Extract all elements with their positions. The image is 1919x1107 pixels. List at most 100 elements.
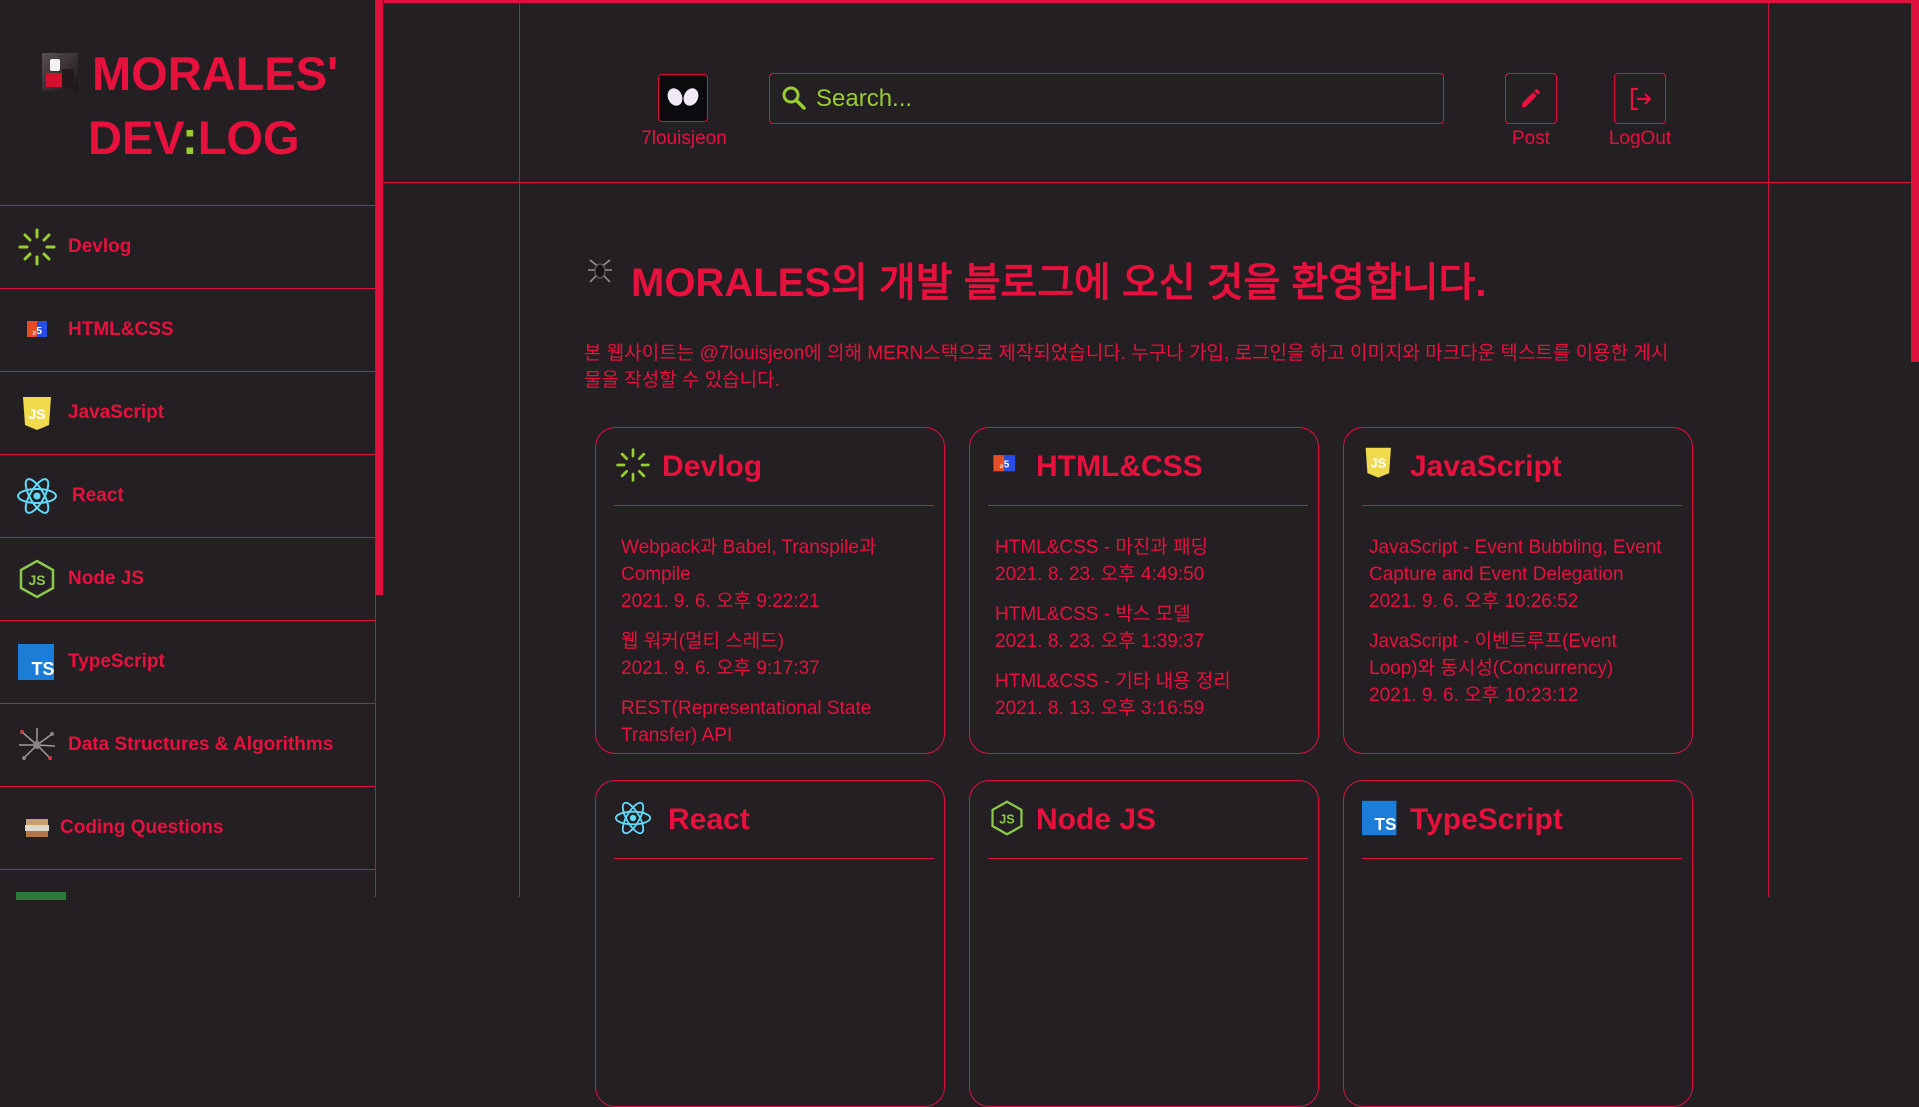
page-title: MORALES의 개발 블로그에 오신 것을 환영합니다.: [631, 261, 1487, 305]
category-card-devlog[interactable]: Devlog Webpack과 Babel, Transpile과 Compil…: [595, 427, 945, 754]
post-title: HTML&CSS - 마진과 패딩: [995, 537, 1209, 558]
post-list: JavaScript - Event Bubbling, Event Captu…: [1369, 534, 1669, 722]
sidebar-item-label: TypeScript: [68, 651, 165, 672]
sidebar: MORALES' DEV:LOG Devlog ₂5 HTML&CSS JS J…: [0, 0, 376, 900]
card-divider: [988, 505, 1308, 506]
post-link[interactable]: REST(Representational State Transfer) AP…: [621, 695, 921, 749]
username-label[interactable]: 7louisjeon: [628, 128, 740, 150]
sidebar-item-label: React: [72, 485, 124, 506]
post-date: 2021. 9. 6. 오후 9:17:37: [621, 658, 820, 679]
post-button[interactable]: [1505, 73, 1557, 124]
category-card-typescript[interactable]: TS TypeScript: [1343, 780, 1693, 1107]
nodejs-icon: JS: [991, 800, 1023, 836]
react-icon: [17, 478, 57, 514]
logout-label[interactable]: LogOut: [1595, 128, 1685, 150]
post-label[interactable]: Post: [1486, 128, 1576, 150]
card-divider: [1362, 858, 1682, 859]
category-card-react[interactable]: React: [595, 780, 945, 1107]
sidebar-item-react[interactable]: React: [0, 455, 375, 538]
post-link[interactable]: JavaScript - 이벤트루프(Event Loop)와 동시성(Conc…: [1369, 628, 1669, 709]
logout-button[interactable]: [1614, 73, 1666, 124]
post-link[interactable]: HTML&CSS - 마진과 패딩 2021. 8. 23. 오후 4:49:5…: [995, 534, 1295, 588]
sidebar-item-label: HTML&CSS: [68, 319, 174, 340]
post-title: HTML&CSS - 기타 내용 정리: [995, 671, 1231, 692]
main-divider-left: [519, 183, 520, 897]
post-list: Webpack과 Babel, Transpile과 Compile 2021.…: [621, 534, 921, 753]
card-title[interactable]: JavaScript: [1410, 450, 1562, 484]
user-avatar[interactable]: [658, 74, 708, 122]
main-scrollbar-thumb[interactable]: [1911, 0, 1919, 362]
devlog-spinner-icon: [616, 448, 650, 482]
svg-text:JS: JS: [28, 406, 45, 422]
svg-text:JS: JS: [28, 572, 45, 588]
typescript-icon: TS: [18, 644, 55, 680]
post-list: HTML&CSS - 마진과 패딩 2021. 8. 23. 오후 4:49:5…: [995, 534, 1295, 735]
books-icon: [25, 819, 49, 837]
pencil-icon: [1522, 88, 1541, 107]
post-date: 2021. 9. 6. 오후 10:26:52: [1369, 591, 1579, 612]
category-card-javascript[interactable]: JS JavaScript JavaScript - Event Bubblin…: [1343, 427, 1693, 754]
svg-text:JS: JS: [999, 812, 1014, 826]
search-bar[interactable]: [769, 73, 1444, 124]
sidebar-item-label: Devlog: [68, 236, 132, 257]
main-divider-right: [1768, 183, 1769, 897]
sidebar-item-javascript[interactable]: JS JavaScript: [0, 372, 375, 455]
sidebar-item-label: JavaScript: [68, 402, 165, 423]
sidebar-scrollbar[interactable]: [376, 0, 384, 897]
svg-text:TS: TS: [1375, 814, 1397, 834]
sidebar-item-typescript[interactable]: TS TypeScript: [0, 621, 375, 704]
card-title[interactable]: Devlog: [662, 450, 762, 484]
card-title[interactable]: Node JS: [1036, 803, 1156, 837]
post-link[interactable]: 웹 워커(멀티 스레드) 2021. 9. 6. 오후 9:17:37: [621, 628, 921, 682]
sidebar-item-more[interactable]: [0, 870, 375, 953]
sidebar-item-nodejs[interactable]: JS Node JS: [0, 538, 375, 621]
svg-text:₂5: ₂5: [999, 460, 1009, 471]
category-card-nodejs[interactable]: JS Node JS: [969, 780, 1319, 1107]
card-title[interactable]: React: [668, 803, 750, 837]
post-title: Webpack과 Babel, Transpile과 Compile: [621, 537, 877, 585]
sidebar-scrollbar-thumb[interactable]: [376, 0, 383, 595]
sidebar-item-label: Coding Questions: [60, 817, 224, 838]
post-link[interactable]: HTML&CSS - 박스 모델 2021. 8. 23. 오후 1:39:37: [995, 601, 1295, 655]
post-date: 2021. 8. 13. 오후 3:16:59: [995, 698, 1205, 719]
svg-text:TS: TS: [31, 659, 54, 679]
logo-title-line1: MORALES': [92, 47, 339, 100]
sidebar-item-data-structures[interactable]: Data Structures & Algorithms: [0, 704, 375, 787]
sidebar-item-label: Data Structures & Algorithms: [68, 734, 334, 755]
post-link[interactable]: JavaScript - Event Bubbling, Event Captu…: [1369, 534, 1669, 615]
post-title: HTML&CSS - 박스 모델: [995, 604, 1191, 625]
sidebar-item-html-css[interactable]: ₂5 HTML&CSS: [0, 289, 375, 372]
post-title: JavaScript - Event Bubbling, Event Captu…: [1369, 537, 1662, 585]
sidebar-item-coding-questions[interactable]: Coding Questions: [0, 787, 375, 870]
search-input[interactable]: [814, 82, 1418, 116]
post-title: 웹 워커(멀티 스레드): [621, 631, 785, 652]
logout-icon: [1630, 87, 1652, 111]
card-divider: [614, 505, 934, 506]
page-description: 본 웹사이트는 @7louisjeon에 의해 MERN스택으로 제작되었습니다…: [584, 343, 1669, 391]
card-title[interactable]: TypeScript: [1410, 803, 1563, 837]
post-link[interactable]: HTML&CSS - 기타 내용 정리 2021. 8. 13. 오후 3:16…: [995, 668, 1295, 722]
sidebar-item-label: Node JS: [68, 568, 145, 589]
search-icon: [782, 86, 806, 110]
category-card-html-css[interactable]: ₂5 HTML&CSS HTML&CSS - 마진과 패딩 2021. 8. 2…: [969, 427, 1319, 754]
post-title: JavaScript - 이벤트루프(Event Loop)와 동시성(Conc…: [1369, 631, 1617, 679]
html5-icon: ₂5: [27, 321, 47, 337]
header-divider-right: [1768, 0, 1769, 183]
network-icon: [19, 728, 56, 760]
main-scrollbar[interactable]: [1911, 0, 1919, 897]
html5-icon: ₂5: [993, 455, 1016, 472]
devlog-spinner-icon: [18, 228, 56, 266]
react-icon: [614, 801, 652, 835]
card-divider: [614, 858, 934, 859]
partial-icon: [16, 892, 66, 900]
nodejs-icon: JS: [19, 559, 55, 599]
post-link[interactable]: Webpack과 Babel, Transpile과 Compile 2021.…: [621, 534, 921, 615]
svg-text:JS: JS: [1371, 457, 1386, 471]
svg-text:₂5: ₂5: [32, 326, 42, 337]
spider-icon: [588, 259, 612, 283]
card-title[interactable]: HTML&CSS: [1036, 450, 1203, 484]
javascript-icon: JS: [23, 397, 51, 430]
blog-logo[interactable]: MORALES' DEV:LOG: [0, 0, 375, 206]
post-date: 2021. 9. 6. 오후 10:23:12: [1369, 685, 1579, 706]
sidebar-item-devlog[interactable]: Devlog: [0, 206, 375, 289]
